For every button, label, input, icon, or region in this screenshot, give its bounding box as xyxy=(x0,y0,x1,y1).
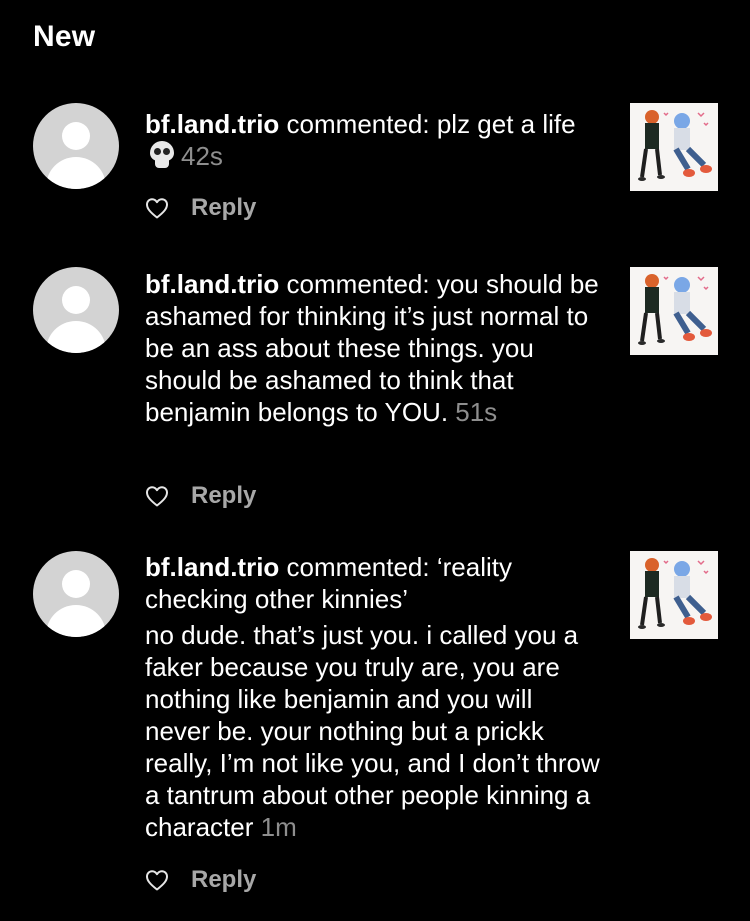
reply-button[interactable]: Reply xyxy=(191,866,256,894)
timestamp: 1m xyxy=(260,812,297,842)
username-link[interactable]: bf.land.trio xyxy=(145,109,279,139)
heart-outline-icon[interactable] xyxy=(145,869,169,891)
avatar[interactable] xyxy=(33,551,119,637)
comment-text: commented: plz get a life xyxy=(279,109,576,139)
heart-outline-icon[interactable] xyxy=(145,485,169,507)
heart-outline-icon[interactable] xyxy=(145,197,169,219)
avatar[interactable] xyxy=(33,267,119,353)
username-link[interactable]: bf.land.trio xyxy=(145,269,279,299)
post-thumbnail[interactable] xyxy=(630,267,718,355)
comment-body-text: no dude. that’s just you. i called you a… xyxy=(145,620,600,842)
comment-body: no dude. that’s just you. i called you a… xyxy=(145,619,600,843)
avatar[interactable] xyxy=(33,103,119,189)
section-title: New xyxy=(33,20,96,53)
notification-text: bf.land.trio commented: you should be as… xyxy=(145,268,600,428)
username-link[interactable]: bf.land.trio xyxy=(145,552,279,582)
post-thumbnail[interactable] xyxy=(630,103,718,191)
skull-emoji-icon xyxy=(149,141,175,171)
timestamp: 42s xyxy=(181,141,223,171)
notification-text: bf.land.trio commented: ‘reality checkin… xyxy=(145,551,600,843)
reply-button[interactable]: Reply xyxy=(191,194,256,222)
timestamp: 51s xyxy=(455,397,498,427)
reply-button[interactable]: Reply xyxy=(191,482,256,510)
notification-text: bf.land.trio commented: plz get a life 42… xyxy=(145,108,600,172)
post-thumbnail[interactable] xyxy=(630,551,718,639)
